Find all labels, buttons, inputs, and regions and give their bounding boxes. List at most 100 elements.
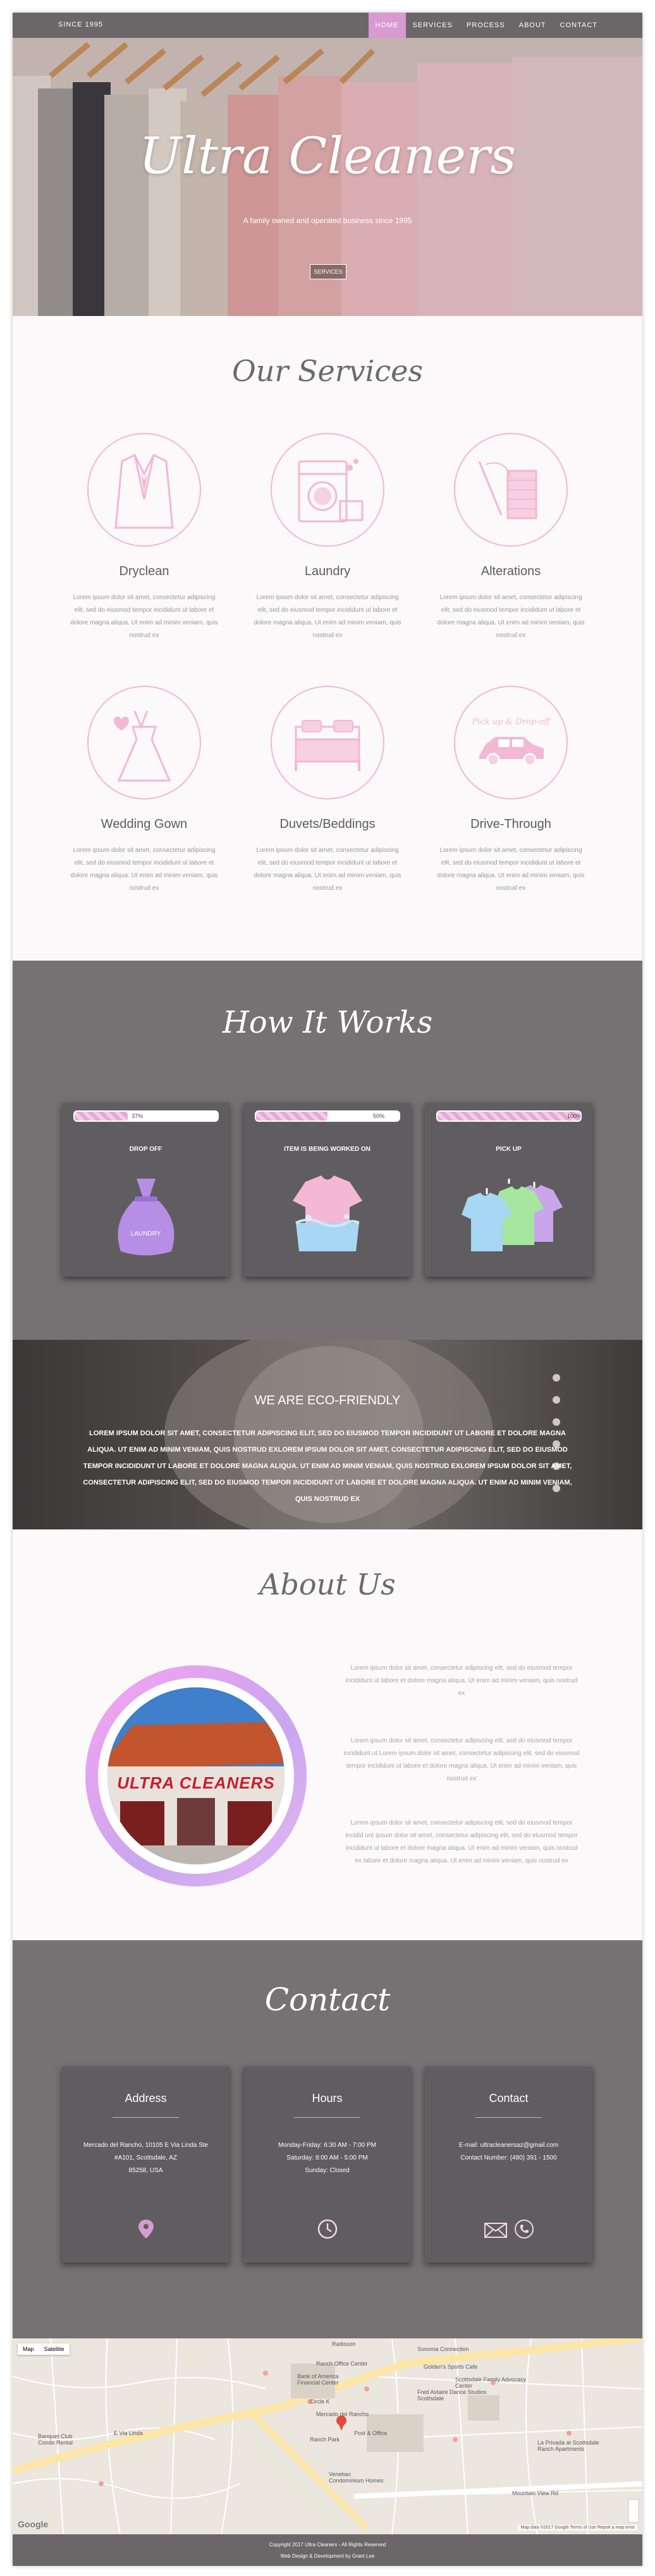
- nav-link-contact[interactable]: CONTACT: [553, 13, 604, 38]
- map-type-satellite[interactable]: Satellite: [39, 2343, 70, 2355]
- address-line-2: #A101, Scottsdale, AZ: [114, 2154, 177, 2161]
- map-label: Post & Office: [354, 2430, 388, 2436]
- phone-icon[interactable]: [513, 2218, 535, 2240]
- nav-brand: SINCE 1995: [58, 21, 104, 28]
- progress-fill: [75, 1112, 128, 1121]
- hours-line-3: Sunday: Closed: [305, 2167, 350, 2174]
- email-line[interactable]: E-mail: ultracleanersaz@gmail.com: [438, 2139, 580, 2152]
- service-laundry: Laundry Lorem ipsum dolor sit amet, cons…: [252, 433, 403, 642]
- card-divider: [475, 2117, 542, 2118]
- card-body: Monday-Friday: 6:30 AM - 7:00 PM Saturda…: [256, 2139, 398, 2177]
- how-it-works-section: How It Works 37% DROP OFF LAUNDRY 50% IT…: [13, 961, 642, 1340]
- eco-text: LOREM IPSUM DOLOR SIT AMET, CONSECTETUR …: [83, 1430, 572, 1503]
- services-button[interactable]: SERVICES: [310, 264, 346, 279]
- map-type-map[interactable]: Map: [18, 2343, 39, 2355]
- hours-line-1: Monday-Friday: 6:30 AM - 7:00 PM: [278, 2142, 377, 2149]
- service-name: Wedding Gown: [101, 817, 188, 831]
- hero-title: Ultra Cleaners: [138, 126, 517, 185]
- hero-section: Ultra Cleaners A family owned and operat…: [13, 38, 642, 316]
- nav-link-home[interactable]: HOME: [368, 13, 406, 38]
- card-heading: Hours: [312, 2092, 343, 2105]
- map-embed[interactable]: Map Satellite Radisson Mercado del Ranch…: [13, 2338, 642, 2534]
- map-label: Scottsdale Family Advocacy Center: [455, 2376, 527, 2389]
- about-title: About Us: [259, 1567, 396, 1601]
- service-desc: Lorem ipsum dolor sit amet, consectetur …: [70, 847, 218, 892]
- progress-label: 37%: [132, 1113, 144, 1119]
- card-body: E-mail: ultracleanersaz@gmail.com Contac…: [438, 2139, 580, 2165]
- map-label: Circle K: [310, 2398, 330, 2405]
- car-icon: Pick up & Drop-off: [454, 686, 568, 799]
- top-nav: SINCE 1995 HOME SERVICES PROCESS ABOUT C…: [13, 13, 642, 38]
- map-label: Sonoma Connection: [417, 2346, 469, 2352]
- map-label: Ranch Office Center: [316, 2360, 368, 2367]
- map-label: Mountain View Rd: [512, 2490, 558, 2496]
- step-item-worked-on: 50% ITEM IS BEING WORKED ON: [243, 1103, 411, 1277]
- card-divider: [294, 2117, 360, 2118]
- email-icon[interactable]: [483, 2218, 508, 2240]
- thread-needle-icon: [454, 433, 568, 547]
- map-type-toggle[interactable]: Map Satellite: [18, 2343, 70, 2355]
- services-title: Our Services: [232, 354, 423, 388]
- address-card: Address Mercado del Rancho, 10105 E Via …: [62, 2067, 230, 2263]
- map-label: Golden's Sports Cafe: [424, 2364, 478, 2370]
- service-drive-through: Pick up & Drop-off Drive-Through Lorem i…: [435, 686, 587, 895]
- service-name: Duvets/Beddings: [279, 817, 376, 831]
- footer-credit: Web Design & Development by Grant Lee: [280, 2553, 375, 2559]
- how-title: How It Works: [222, 1005, 433, 1040]
- phone-line[interactable]: Contact Number: (480) 391 - 1500: [438, 2152, 580, 2165]
- services-section: Our Services Dryclean Lorem ipsum dolor …: [13, 316, 642, 961]
- about-paragraph-1: Lorem ipsum dolor sit amet, consectetur …: [345, 1665, 578, 1697]
- map-label: La Privada at Scottsdale Ranch Apartment…: [537, 2439, 599, 2452]
- map-label: Mercado del Rancho: [316, 2411, 369, 2417]
- eco-title: WE ARE ECO-FRIENDLY: [254, 1394, 401, 1407]
- service-name: Drive-Through: [470, 817, 551, 831]
- map-label: Fred Astaire Dance Studios Scottsdale: [417, 2389, 487, 2402]
- about-photo-frame: ULTRA CLEANERS: [98, 1678, 294, 1874]
- clock-icon: [317, 2219, 337, 2239]
- map-label: Banquet Club Condo Rental: [38, 2433, 73, 2446]
- service-desc: Lorem ipsum dolor sit amet, consectetur …: [254, 594, 401, 639]
- nav-links: HOME SERVICES PROCESS ABOUT CONTACT: [368, 13, 605, 38]
- service-name: Alterations: [481, 564, 541, 578]
- service-dryclean: Dryclean Lorem ipsum dolor sit amet, con…: [68, 433, 220, 642]
- service-duvets: Duvets/Beddings Lorem ipsum dolor sit am…: [252, 686, 403, 895]
- service-alterations: Alterations Lorem ipsum dolor sit amet, …: [435, 433, 587, 642]
- suit-icon: [87, 433, 201, 547]
- nav-link-about[interactable]: ABOUT: [512, 13, 553, 38]
- washing-machine-icon: [271, 433, 384, 547]
- progress-fill: [256, 1112, 328, 1121]
- contact-section: Contact Address Mercado del Rancho, 1010…: [13, 1940, 642, 2338]
- location-pin-icon[interactable]: [137, 2218, 156, 2240]
- about-section: About Us ULTRA CLEANERS Lorem ipsum dolo…: [13, 1529, 642, 1940]
- progress-bar: 100%: [436, 1110, 582, 1122]
- eco-friendly-section: WE ARE ECO-FRIENDLY LOREM IPSUM DOLOR SI…: [13, 1340, 642, 1529]
- contact-title: Contact: [264, 1981, 391, 2018]
- map-label: Radisson: [332, 2341, 356, 2347]
- address-line-1: Mercado del Rancho, 10105 E Via Linda St…: [83, 2142, 209, 2149]
- service-name: Laundry: [304, 564, 351, 578]
- step-title: PICK UP: [496, 1146, 522, 1153]
- card-body: Mercado del Rancho, 10105 E Via Linda St…: [75, 2139, 217, 2177]
- map-label: Venetian Condominium Homes: [329, 2471, 384, 2484]
- progress-label: 50%: [373, 1113, 385, 1119]
- map-attribution[interactable]: Map data ©2017 Google Terms of Use Repor…: [518, 2525, 637, 2530]
- storefront-photo: ULTRA CLEANERS: [107, 1687, 285, 1864]
- about-paragraph-3: Lorem ipsum dolor sit amet, consectetur …: [345, 1820, 578, 1864]
- bed-icon: [271, 686, 384, 799]
- hero-tagline: A family owned and operated business sin…: [243, 216, 412, 225]
- step-title: ITEM IS BEING WORKED ON: [284, 1146, 370, 1153]
- step-drop-off: 37% DROP OFF LAUNDRY: [62, 1103, 230, 1277]
- map-label: Bank of America Financial Center: [297, 2373, 339, 2386]
- storefront-sign: ULTRA CLEANERS: [117, 1773, 275, 1792]
- footer-copyright: Copyright 2017 Ultra Cleaners - All Righ…: [269, 2542, 386, 2548]
- nav-link-process[interactable]: PROCESS: [460, 13, 512, 38]
- service-desc: Lorem ipsum dolor sit amet, consectetur …: [437, 847, 585, 892]
- contact-card: Contact E-mail: ultracleanersaz@gmail.co…: [425, 2067, 592, 2263]
- hours-line-2: Saturday: 8:00 AM - 5:00 PM: [286, 2154, 368, 2161]
- hanging-shirts-icon: [425, 1172, 592, 1264]
- nav-link-services[interactable]: SERVICES: [406, 13, 460, 38]
- wedding-gown-icon: [87, 686, 201, 799]
- service-desc: Lorem ipsum dolor sit amet, consectetur …: [437, 594, 585, 639]
- washing-shirt-icon: [243, 1172, 411, 1264]
- card-heading: Address: [125, 2092, 167, 2105]
